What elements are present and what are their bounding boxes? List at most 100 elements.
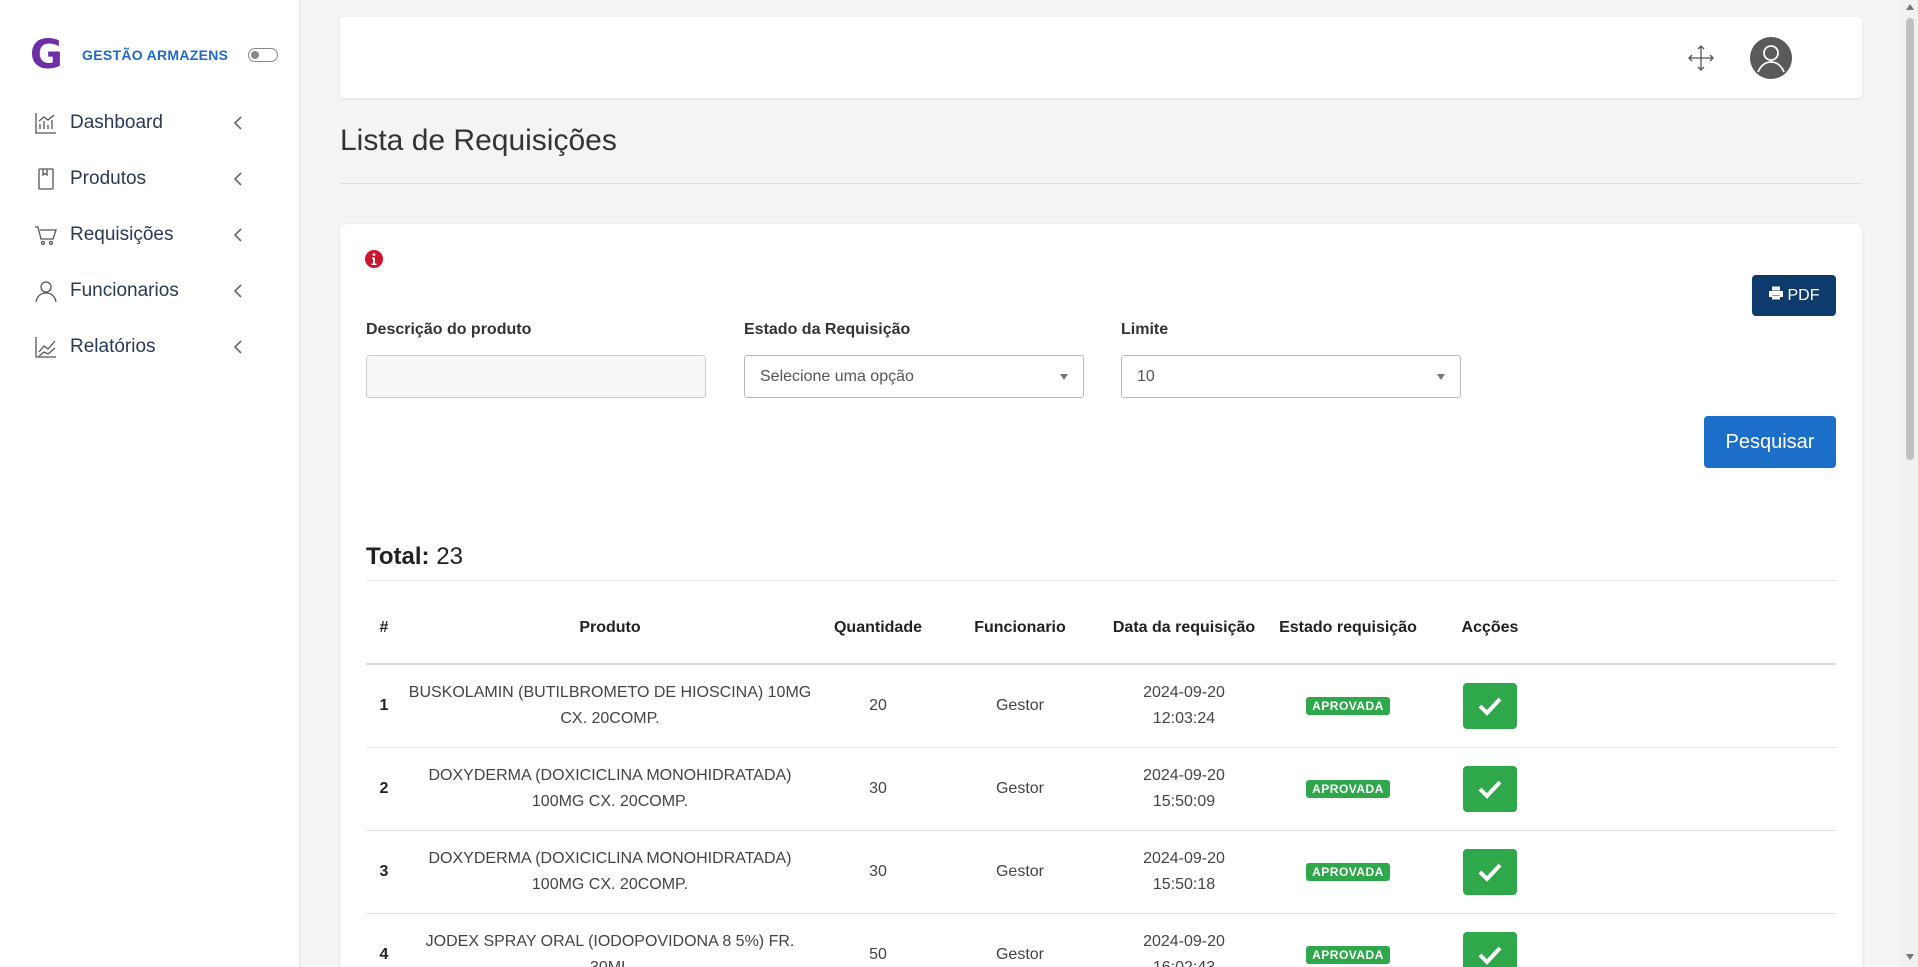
pdf-button[interactable]: PDF [1752,275,1836,316]
requisitions-table: # Produto Quantidade Funcionario Data da… [366,592,1836,967]
descricao-label: Descrição do produto [366,321,532,338]
col-header-funcionario[interactable]: Funcionario [938,592,1102,665]
chevron-left-icon [226,283,250,299]
row-number: 3 [366,830,402,914]
sidebar-item-label: Produtos [70,168,147,189]
fullscreen-icon[interactable] [1688,45,1714,71]
col-header-num[interactable]: # [366,592,402,665]
page-title: Lista de Requisições [340,124,617,157]
row-data: 2024-09-20 15:50:18 [1102,830,1266,914]
line-chart-icon [34,335,58,359]
sidebar-nav: Dashboard Produtos Requisições Funcionar… [0,95,300,375]
avatar[interactable] [1750,37,1792,79]
sidebar-toggle[interactable] [248,48,279,62]
row-funcionario: Gestor [938,747,1102,831]
check-icon [1478,863,1502,882]
sidebar-item-produtos[interactable]: Produtos [0,151,300,207]
row-spacer [1550,747,1836,831]
cart-icon [34,223,58,247]
info-icon[interactable] [364,249,384,269]
row-actions [1430,913,1550,967]
row-time: 16:02:43 [1152,958,1216,967]
user-icon [34,279,58,303]
col-header-empty [1550,592,1836,665]
status-badge: APROVADA [1306,945,1390,964]
row-quantidade: 30 [818,830,938,914]
limite-label: Limite [1121,321,1169,338]
row-spacer [1550,830,1836,914]
printer-icon [1768,286,1783,305]
row-estado: APROVADA [1266,830,1430,914]
col-header-quantidade[interactable]: Quantidade [818,592,938,665]
sidebar-item-dashboard[interactable]: Dashboard [0,95,300,151]
top-bar [340,17,1862,98]
check-icon [1478,697,1502,716]
page-scrollbar[interactable] [1902,0,1918,967]
total-value: 23 [436,543,463,570]
sidebar-item-label: Requisições [70,224,174,245]
row-produto: BUSKOLAMIN (BUTILBROMETO DE HIOSCINA) 10… [402,664,818,748]
scroll-up-arrow-icon[interactable] [1906,4,1914,10]
row-produto: DOXYDERMA (DOXICICLINA MONOHIDRATADA) 10… [402,830,818,914]
row-estado: APROVADA [1266,747,1430,831]
row-estado: APROVADA [1266,913,1430,967]
row-data: 2024-09-20 15:50:09 [1102,747,1266,831]
row-number: 4 [366,913,402,967]
row-date: 2024-09-20 [1143,932,1225,950]
scrollbar-thumb[interactable] [1906,18,1914,460]
col-header-estado[interactable]: Estado requisição [1266,592,1430,665]
row-data: 2024-09-20 16:02:43 [1102,913,1266,967]
caret-down-icon [1437,373,1445,380]
sidebar-item-label: Funcionarios [70,280,179,301]
row-actions [1430,664,1550,748]
sidebar-item-label: Dashboard [70,112,163,133]
chevron-left-icon [226,115,250,131]
pdf-button-label: PDF [1787,286,1820,304]
chevron-left-icon [226,227,250,243]
sidebar-item-requisicoes[interactable]: Requisições [0,207,300,263]
limite-select-value: 10 [1137,367,1155,385]
row-funcionario: Gestor [938,664,1102,748]
col-header-produto[interactable]: Produto [402,592,818,665]
row-produto: JODEX SPRAY ORAL (IODOPOVIDONA 8 5%) FR.… [402,913,818,967]
row-time: 15:50:18 [1152,875,1216,893]
limite-select[interactable]: 10 [1121,355,1461,398]
col-header-data[interactable]: Data da requisição [1102,592,1266,665]
approve-button[interactable] [1463,682,1517,729]
approve-button[interactable] [1463,848,1517,895]
brand: G GESTÃO ARMAZENS [30,30,279,80]
row-date: 2024-09-20 [1143,766,1225,784]
row-spacer [1550,913,1836,967]
brand-name[interactable]: GESTÃO ARMAZENS [82,47,228,63]
row-estado: APROVADA [1266,664,1430,748]
table-row: 3 DOXYDERMA (DOXICICLINA MONOHIDRATADA) … [366,830,1836,914]
status-badge: APROVADA [1306,862,1390,881]
estado-select-value: Selecione uma opção [760,367,914,385]
table-row: 4 JODEX SPRAY ORAL (IODOPOVIDONA 8 5%) F… [366,913,1836,967]
row-quantidade: 50 [818,913,938,967]
col-header-accoes: Acções [1430,592,1550,665]
row-produto: DOXYDERMA (DOXICICLINA MONOHIDRATADA) 10… [402,747,818,831]
descricao-input[interactable] [366,355,706,398]
sidebar-item-label: Relatórios [70,336,156,357]
requisitions-card: PDF Descrição do produto Estado da Requi… [340,224,1862,967]
brand-logo[interactable]: G [30,30,70,80]
sidebar-item-relatorios[interactable]: Relatórios [0,319,300,375]
document-icon [34,167,58,191]
approve-button[interactable] [1463,765,1517,812]
row-quantidade: 20 [818,664,938,748]
row-actions [1430,747,1550,831]
row-quantidade: 30 [818,747,938,831]
approve-button[interactable] [1463,931,1517,967]
total-count: Total: 23 [366,543,463,571]
pesquisar-button[interactable]: Pesquisar [1704,416,1836,468]
sidebar-item-funcionarios[interactable]: Funcionarios [0,263,300,319]
caret-down-icon [1060,373,1068,380]
check-icon [1478,780,1502,799]
table-row: 1 BUSKOLAMIN (BUTILBROMETO DE HIOSCINA) … [366,664,1836,748]
estado-select[interactable]: Selecione uma opção [744,355,1084,398]
status-badge: APROVADA [1306,779,1390,798]
scroll-down-arrow-icon[interactable] [1906,954,1914,960]
row-actions [1430,830,1550,914]
row-time: 12:03:24 [1152,709,1216,727]
